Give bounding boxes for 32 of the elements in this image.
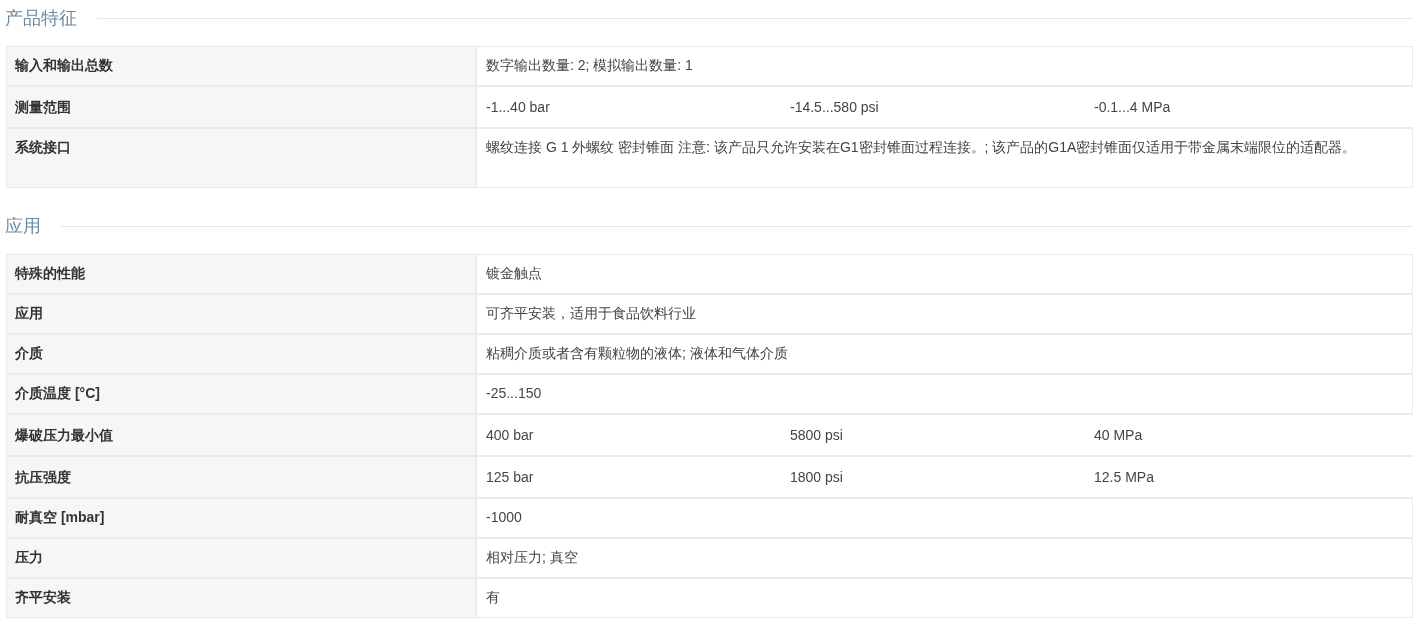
spec-value: 有 <box>486 588 500 607</box>
spec-value: 镀金触点 <box>486 264 542 283</box>
spec-value: 粘稠介质或者含有颗粒物的液体; 液体和气体介质 <box>486 344 788 363</box>
spec-label-cell: 介质温度 [°C] <box>7 375 475 413</box>
spec-label-cell: 齐平安装 <box>7 579 475 617</box>
spec-value: -1000 <box>486 508 522 527</box>
spec-value: 125 bar <box>486 468 535 486</box>
spec-label-cell: 抗压强度 <box>7 457 475 497</box>
spec-label-cell: 介质 <box>7 335 475 373</box>
spec-label-cell: 压力 <box>7 539 475 577</box>
section-title: 产品特征 <box>5 7 77 30</box>
section-title: 应用 <box>5 215 41 238</box>
spec-value: -0.1...4 MPa <box>1094 98 1172 116</box>
spec-value: 相对压力; 真空 <box>486 548 578 567</box>
spec-value: 12.5 MPa <box>1094 468 1155 486</box>
spec-label-cell: 应用 <box>7 295 475 333</box>
spec-label-cell: 爆破压力最小值 <box>7 415 475 455</box>
spec-label-cell: 特殊的性能 <box>7 255 475 293</box>
spec-value: 5800 psi <box>790 426 844 444</box>
spec-value: 400 bar <box>486 426 535 444</box>
spec-value: -25...150 <box>486 384 542 403</box>
spec-value: 螺纹连接 G 1 外螺纹 密封锥面 注意: 该产品只允许安装在G1密封锥面过程连接。; 该产品的G1A密封锥面仅适用于带金属末端限位的适配器。 <box>486 138 1357 157</box>
spec-value: 40 MPa <box>1094 426 1144 444</box>
spec-label-cell: 系统接口 <box>7 129 475 187</box>
spec-label-cell: 耐真空 [mbar] <box>7 499 475 537</box>
spec-label-cell: 测量范围 <box>7 87 475 127</box>
spec-value: 数字输出数量: 2; 模拟输出数量: 1 <box>486 56 693 75</box>
spec-value: 可齐平安装，适用于食品饮料行业 <box>486 304 696 323</box>
spec-value: -14.5...580 psi <box>790 98 880 116</box>
spec-value: 1800 psi <box>790 468 844 486</box>
spec-value: -1...40 bar <box>486 98 551 116</box>
spec-label-cell: 输入和输出总数 <box>7 47 475 85</box>
